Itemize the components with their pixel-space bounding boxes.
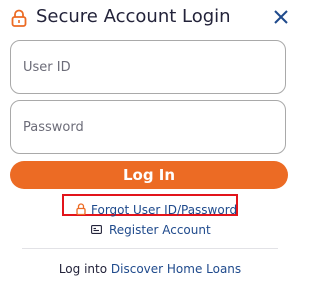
forgot-password-label[interactable]: Forgot User ID/Password [91,203,237,217]
header: Secure Account Login [11,5,291,31]
user-id-input[interactable] [23,41,273,93]
divider [22,248,278,249]
forgot-password-link[interactable]: Forgot User ID/Password [76,199,237,217]
password-input[interactable] [23,101,273,153]
page-title: Secure Account Login [36,6,231,27]
register-account-link[interactable]: Register Account [91,219,211,237]
password-field[interactable] [10,100,286,154]
lock-icon [76,200,86,216]
footer-prefix: Log into [58,262,111,276]
register-account-label[interactable]: Register Account [109,223,211,237]
user-id-field[interactable] [10,40,286,94]
home-loans-link[interactable]: Discover Home Loans [111,262,241,276]
login-panel: Secure Account Login Log In Forgot User … [0,0,300,282]
lock-icon [11,9,27,27]
card-icon [91,219,102,234]
login-button[interactable]: Log In [10,161,288,189]
footer: Log into Discover Home Loans [0,262,300,276]
close-icon[interactable] [271,7,291,27]
close-button[interactable] [271,7,291,27]
